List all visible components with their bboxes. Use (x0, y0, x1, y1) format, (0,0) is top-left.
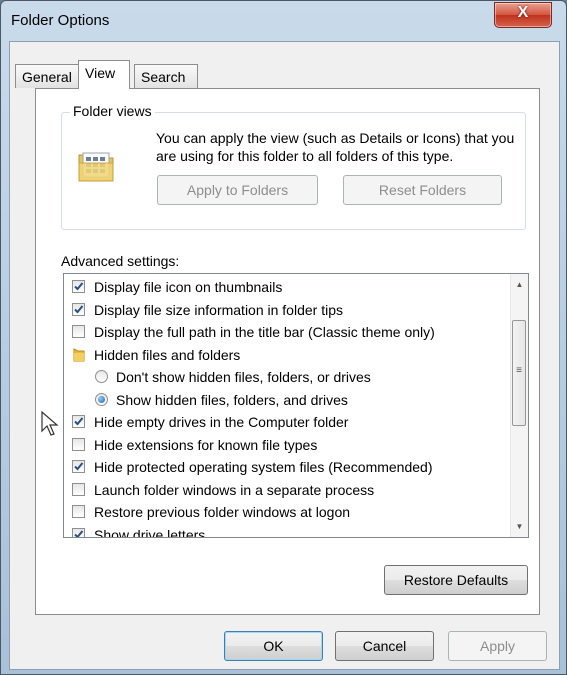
checkbox[interactable] (72, 527, 85, 537)
advanced-setting-label: Hide empty drives in the Computer folder (94, 414, 349, 430)
checkbox[interactable] (72, 415, 85, 428)
folder-icon (73, 347, 85, 361)
radio-button[interactable] (95, 392, 108, 406)
restore-defaults-label: Restore Defaults (403, 572, 509, 588)
title-bar[interactable]: Folder Options X (1, 1, 566, 41)
checkbox[interactable] (72, 302, 85, 316)
advanced-setting-label: Show hidden files, folders, and drives (116, 391, 348, 408)
tab-general[interactable]: General (15, 64, 79, 88)
close-button[interactable]: X (494, 2, 552, 28)
scroll-down-icon[interactable]: ▼ (511, 518, 528, 535)
cancel-label: Cancel (362, 638, 407, 654)
advanced-settings-list[interactable]: Display file icon on thumbnails Display f… (63, 273, 529, 538)
folder-views-label: Folder views (70, 103, 155, 119)
window-title: Folder Options (11, 12, 110, 29)
advanced-setting-label: Hidden files and folders (94, 346, 241, 363)
apply-to-folders-label: Apply to Folders (186, 182, 289, 198)
apply-label: Apply (479, 638, 516, 654)
apply-to-folders-button[interactable]: Apply to Folders (157, 175, 318, 205)
checkbox[interactable] (72, 482, 85, 496)
ok-label: OK (263, 638, 284, 654)
advanced-setting-label: Hide protected operating system files (R… (94, 459, 433, 475)
dialog-client: General View Search Folder views You can… (9, 41, 560, 670)
checkbox[interactable] (72, 280, 85, 293)
advanced-settings-label: Advanced settings: (61, 253, 180, 269)
checkbox[interactable] (72, 460, 85, 473)
advanced-setting-label: Launch folder windows in a separate proc… (94, 481, 375, 498)
advanced-setting-label: Don't show hidden files, folders, or dri… (116, 369, 371, 385)
scroll-up-icon[interactable]: ▲ (511, 276, 528, 293)
cancel-button[interactable]: Cancel (335, 631, 434, 661)
folder-views-description: You can apply the view (such as Details … (156, 130, 515, 164)
scroll-thumb[interactable]: ≡ (512, 320, 526, 426)
view-tab-panel: Folder views You can apply the view (suc… (35, 88, 540, 615)
apply-button[interactable]: Apply (448, 631, 547, 661)
folder-options-window: Folder Options X General View Search Fol… (0, 0, 567, 675)
radio-button[interactable] (95, 370, 108, 383)
reset-folders-label: Reset Folders (378, 182, 467, 198)
scrollbar[interactable]: ▲ ≡ ▼ (510, 274, 528, 537)
checkbox[interactable] (72, 325, 85, 338)
tab-view[interactable]: View (78, 60, 130, 89)
restore-defaults-button[interactable]: Restore Defaults (384, 565, 528, 595)
grip-icon: ≡ (516, 365, 522, 376)
checkbox[interactable] (72, 505, 85, 518)
reset-folders-button[interactable]: Reset Folders (343, 175, 502, 205)
advanced-setting-label: Display file size information in folder … (94, 301, 343, 318)
folder-views-group: Folder views You can apply the view (suc… (61, 103, 526, 230)
ok-button[interactable]: OK (224, 631, 323, 661)
mouse-pointer-icon (41, 411, 59, 436)
advanced-setting-label: Display file icon on thumbnails (94, 279, 283, 295)
advanced-setting-label: Display the full path in the title bar (… (94, 324, 435, 340)
advanced-setting-label: Restore previous folder windows at logon (94, 504, 351, 520)
tab-view-label: View (85, 65, 116, 81)
tab-general-label: General (22, 69, 72, 85)
advanced-setting-label: Show drive letters (94, 526, 206, 538)
folder-views-icon (78, 152, 114, 182)
advanced-setting-label: Hide extensions for known file types (94, 436, 318, 453)
tab-search-label: Search (141, 69, 186, 85)
checkbox[interactable] (72, 437, 85, 451)
close-icon: X (517, 4, 529, 21)
tab-search[interactable]: Search (134, 64, 198, 88)
